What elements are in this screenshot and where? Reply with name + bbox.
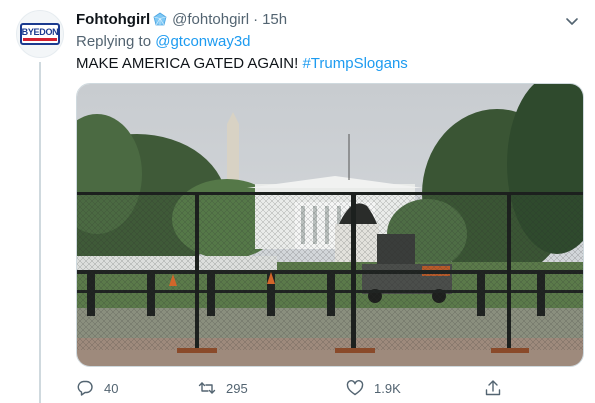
share-icon [485,380,501,396]
like-count: 1.9K [374,380,401,396]
avatar[interactable]: BYEDON [16,10,64,58]
reply-button[interactable]: 40 [76,377,118,399]
tweet-header: Fohtohgirl @fohtohgirl · 15h [76,10,583,30]
avatar-logo-stripe [23,37,57,41]
share-button[interactable] [484,377,502,399]
chevron-down-icon[interactable] [563,12,581,30]
separator-dot: · [253,11,259,28]
retweet-icon [198,382,216,394]
display-name[interactable]: Fohtohgirl [76,10,150,30]
replying-to-label: Replying to [76,33,152,50]
reply-count: 40 [104,380,119,396]
tweet[interactable]: BYEDON Fohtohgirl @fohtohgirl · 15h Repl… [0,0,595,403]
replying-to: Replying to @gtconway3d [76,32,583,52]
like-button[interactable]: 1.9K [346,377,401,399]
timestamp[interactable]: 15h [262,10,287,30]
verified-badge-icon [153,12,167,26]
photo-image [77,84,583,366]
tweet-content: Fohtohgirl @fohtohgirl · 15h Replying to… [76,10,583,74]
hashtag-link[interactable]: #TrumpSlogans [302,55,407,72]
tweet-photo[interactable] [76,83,584,367]
reply-icon [77,380,93,396]
reply-mention-link[interactable]: @gtconway3d [155,33,250,50]
tweet-text-main: MAKE AMERICA GATED AGAIN! [76,55,299,72]
thread-line [39,62,41,403]
retweet-button[interactable]: 295 [198,377,248,399]
tweet-actions: 40 295 1.9K [76,377,506,399]
user-handle[interactable]: @fohtohgirl [172,10,249,30]
retweet-count: 295 [226,380,248,396]
tweet-text: MAKE AMERICA GATED AGAIN! #TrumpSlogans [76,54,583,74]
avatar-logo-text: BYEDON [21,26,59,37]
avatar-logo: BYEDON [20,23,60,45]
heart-icon [346,380,364,396]
